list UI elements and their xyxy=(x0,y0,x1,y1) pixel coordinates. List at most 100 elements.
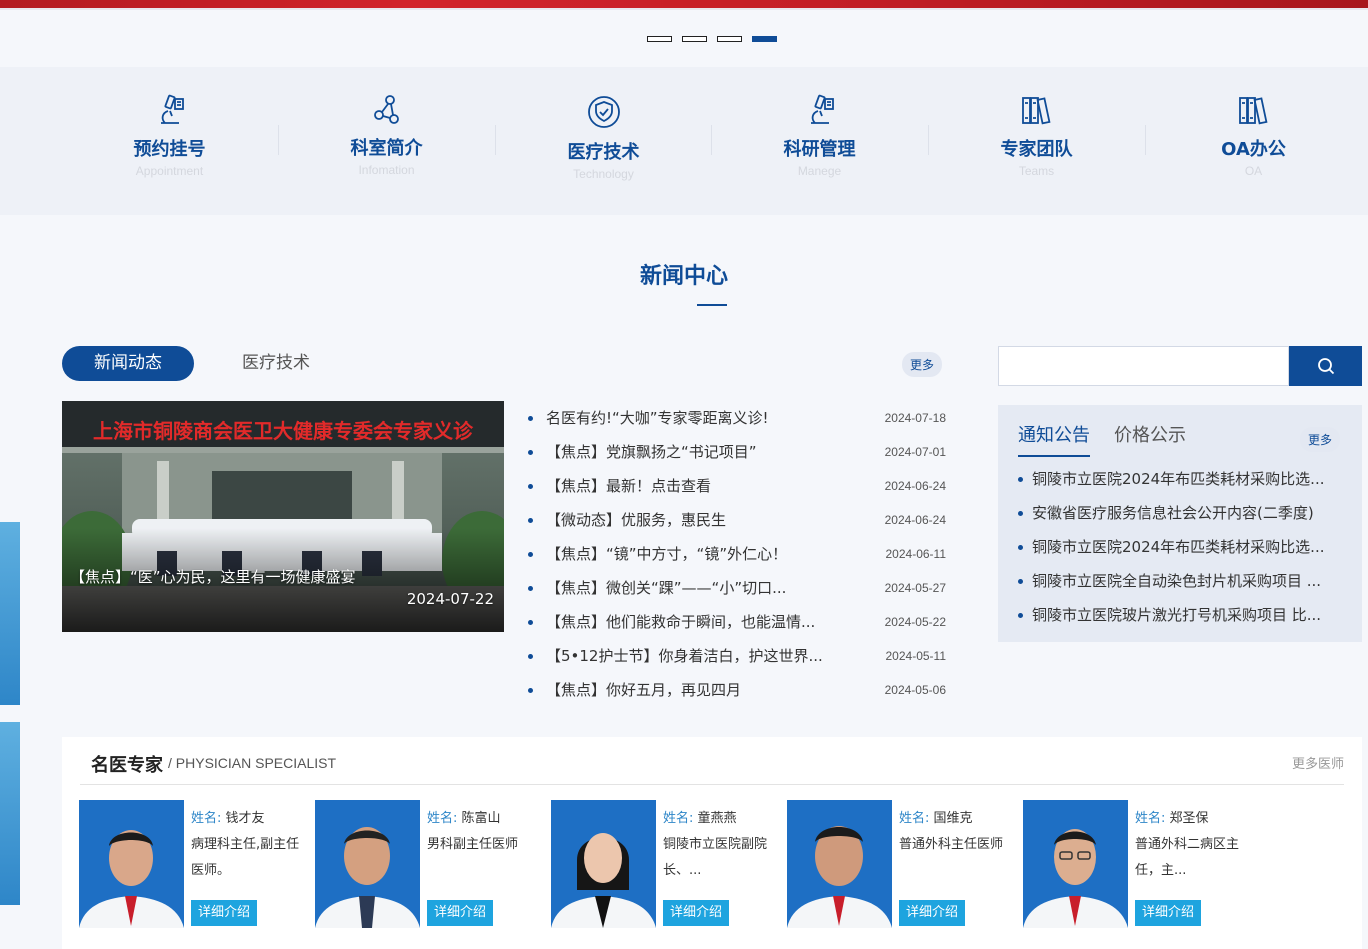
microscope-icon xyxy=(810,94,834,124)
doctor-detail-button[interactable]: 详细介绍 xyxy=(427,900,494,926)
news-item[interactable]: 【焦点】他们能救命于瞬间，也能温情... 2024-05-22 xyxy=(528,609,946,643)
quicknav-subtitle: Technology xyxy=(573,167,634,181)
books-icon xyxy=(1238,97,1267,125)
name-label: 姓名: xyxy=(427,811,458,826)
notice-item[interactable]: 铜陵市立医院2024年布匹类耗材采购比选... xyxy=(1018,534,1340,568)
name-label: 姓名: xyxy=(1135,811,1166,826)
doctor-photo[interactable] xyxy=(1023,800,1128,928)
news-item[interactable]: 【5•12护士节】你身着洁白，护这世界... 2024-05-11 xyxy=(528,643,946,677)
carousel-dot-1[interactable] xyxy=(647,36,672,42)
quicknav-technology[interactable]: 医疗技术 Technology xyxy=(495,67,712,215)
news-item[interactable]: 【焦点】微创关“踝”——“小”切口... 2024-05-27 xyxy=(528,575,946,609)
news-item[interactable]: 【微动态】优服务，惠民生 2024-06-24 xyxy=(528,507,946,541)
doctor-desc: 普通外科主任医师 xyxy=(899,837,1004,852)
notice-item[interactable]: 铜陵市立医院玻片激光打号机采购项目 比... xyxy=(1018,602,1340,636)
quicknav-title: 预约挂号 xyxy=(133,139,206,160)
featured-news[interactable]: 上海市铜陵商会医卫大健康专委会专家义诊 【焦点】“医”心为民，这里有一场健康盛宴… xyxy=(62,401,504,632)
carousel-dot-4[interactable] xyxy=(752,36,777,42)
doctor-name: 陈富山 xyxy=(461,811,501,826)
carousel-dots xyxy=(647,36,777,42)
tab-notice[interactable]: 通知公告 xyxy=(1018,421,1090,447)
news-title[interactable]: 【焦点】微创关“踝”——“小”切口... xyxy=(546,575,838,601)
notice-title[interactable]: 铜陵市立医院玻片激光打号机采购项目 比... xyxy=(1032,602,1340,628)
news-title[interactable]: 【微动态】优服务，惠民生 xyxy=(546,507,838,533)
side-decoration xyxy=(0,722,20,905)
quicknav-subtitle: Teams xyxy=(1018,164,1055,178)
section-title-underline xyxy=(697,304,727,306)
notice-title[interactable]: 铜陵市立医院2024年布匹类耗材采购比选... xyxy=(1032,466,1340,492)
doctor-photo[interactable] xyxy=(551,800,656,928)
doctor-name: 国维克 xyxy=(933,811,973,826)
doctor-detail-button[interactable]: 详细介绍 xyxy=(191,900,258,926)
doctor-info: 姓名: 陈富山 男科副主任医师 xyxy=(427,806,545,858)
doctor-card: 姓名: 国维克普通外科主任医师 详细介绍 xyxy=(787,800,1017,928)
books-icon xyxy=(1021,97,1050,125)
doctor-detail-button[interactable]: 详细介绍 xyxy=(663,900,730,926)
news-more-button[interactable]: 更多 xyxy=(902,352,943,377)
news-date: 2024-05-11 xyxy=(885,649,947,663)
news-item[interactable]: 【焦点】“镜”中方寸，“镜”外仁心！ 2024-06-11 xyxy=(528,541,946,575)
doctor-detail-button[interactable]: 详细介绍 xyxy=(1135,900,1202,926)
doctor-photo[interactable] xyxy=(79,800,184,928)
notice-item[interactable]: 铜陵市立医院全自动染色封片机采购项目 ... xyxy=(1018,568,1340,602)
quicknav-research[interactable]: 科研管理 Manege xyxy=(711,67,928,215)
notice-title[interactable]: 安徽省医疗服务信息社会公开内容(二季度) xyxy=(1032,500,1340,526)
quicknav-appointment[interactable]: 预约挂号 Appointment xyxy=(61,67,278,215)
news-date: 2024-05-22 xyxy=(884,615,946,629)
name-label: 姓名: xyxy=(663,811,694,826)
doctor-detail-button[interactable]: 详细介绍 xyxy=(899,900,966,926)
news-title[interactable]: 【焦点】党旗飘扬之“书记项目” xyxy=(546,439,838,465)
bullet xyxy=(528,450,533,455)
quicknav-subtitle: Manege xyxy=(797,164,842,178)
carousel-dot-2[interactable] xyxy=(682,36,707,42)
news-item[interactable]: 【焦点】最新！点击查看 2024-06-24 xyxy=(528,473,946,507)
quicknav-title: 专家团队 xyxy=(1000,139,1073,160)
news-title[interactable]: 【焦点】你好五月，再见四月 xyxy=(546,677,838,703)
notice-item[interactable]: 安徽省医疗服务信息社会公开内容(二季度) xyxy=(1018,500,1340,534)
news-title[interactable]: 【5•12护士节】你身着洁白，护这世界... xyxy=(546,643,838,669)
tab-news[interactable]: 新闻动态 xyxy=(62,346,194,381)
news-title[interactable]: 【焦点】最新！点击查看 xyxy=(546,473,838,499)
tab-price[interactable]: 价格公示 xyxy=(1114,421,1186,447)
section-title: 新闻中心 xyxy=(639,264,728,289)
news-date: 2024-06-24 xyxy=(884,479,946,493)
doctor-portrait xyxy=(1023,800,1128,928)
quicknav-experts[interactable]: 专家团队 Teams xyxy=(928,67,1145,215)
doctor-card: 姓名: 钱才友 病理科主任,副主任医师。 详细介绍 xyxy=(79,800,309,928)
featured-news-title[interactable]: 【焦点】“医”心为民，这里有一场健康盛宴 xyxy=(70,565,370,589)
quicknav-oa[interactable]: OA办公 OA xyxy=(1145,67,1362,215)
search-button[interactable] xyxy=(1289,346,1362,386)
bullet xyxy=(1018,545,1023,550)
doctor-photo[interactable] xyxy=(315,800,420,928)
news-item[interactable]: 名医有约!“大咖”专家零距离义诊! 2024-07-18 xyxy=(528,405,946,439)
news-item[interactable]: 【焦点】你好五月，再见四月 2024-05-06 xyxy=(528,677,946,711)
experts-title: 名医专家 xyxy=(91,755,163,776)
notice-title[interactable]: 铜陵市立医院全自动染色封片机采购项目 ... xyxy=(1032,568,1340,594)
bullet xyxy=(528,688,533,693)
notice-title[interactable]: 铜陵市立医院2024年布匹类耗材采购比选... xyxy=(1032,534,1340,560)
quicknav-title: 科研管理 xyxy=(783,139,856,160)
bullet xyxy=(528,654,533,659)
news-title[interactable]: 名医有约!“大咖”专家零距离义诊! xyxy=(546,405,838,431)
doctor-desc: 铜陵市立医院副院长、... xyxy=(663,837,768,878)
news-item[interactable]: 【焦点】党旗飘扬之“书记项目” 2024-07-01 xyxy=(528,439,946,473)
search-input[interactable] xyxy=(998,346,1289,386)
microscope-icon xyxy=(160,94,184,124)
experts-more-link[interactable]: 更多医师 xyxy=(1292,753,1344,772)
quicknav-title: 科室简介 xyxy=(350,138,423,159)
news-title[interactable]: 【焦点】他们能救命于瞬间，也能温情... xyxy=(546,609,838,635)
notice-item[interactable]: 铜陵市立医院2024年布匹类耗材采购比选... xyxy=(1018,466,1340,500)
quick-nav: 预约挂号 Appointment 科室简介 Infomation 医疗技术 Te… xyxy=(0,67,1368,215)
quicknav-subtitle: OA xyxy=(1244,164,1263,178)
notice-more-button[interactable]: 更多 xyxy=(1300,427,1341,452)
doctor-photo[interactable] xyxy=(787,800,892,928)
news-date: 2024-06-11 xyxy=(885,547,947,561)
quicknav-department[interactable]: 科室简介 Infomation xyxy=(278,67,495,215)
carousel-dot-3[interactable] xyxy=(717,36,742,42)
bullet xyxy=(528,620,533,625)
banner-text: 上海市铜陵商会医卫大健康专委会专家义诊 xyxy=(93,419,474,443)
tab-medical-tech[interactable]: 医疗技术 xyxy=(242,346,310,381)
news-title[interactable]: 【焦点】“镜”中方寸，“镜”外仁心！ xyxy=(546,541,838,567)
name-label: 姓名: xyxy=(899,811,930,826)
doctor-portrait xyxy=(79,800,184,928)
